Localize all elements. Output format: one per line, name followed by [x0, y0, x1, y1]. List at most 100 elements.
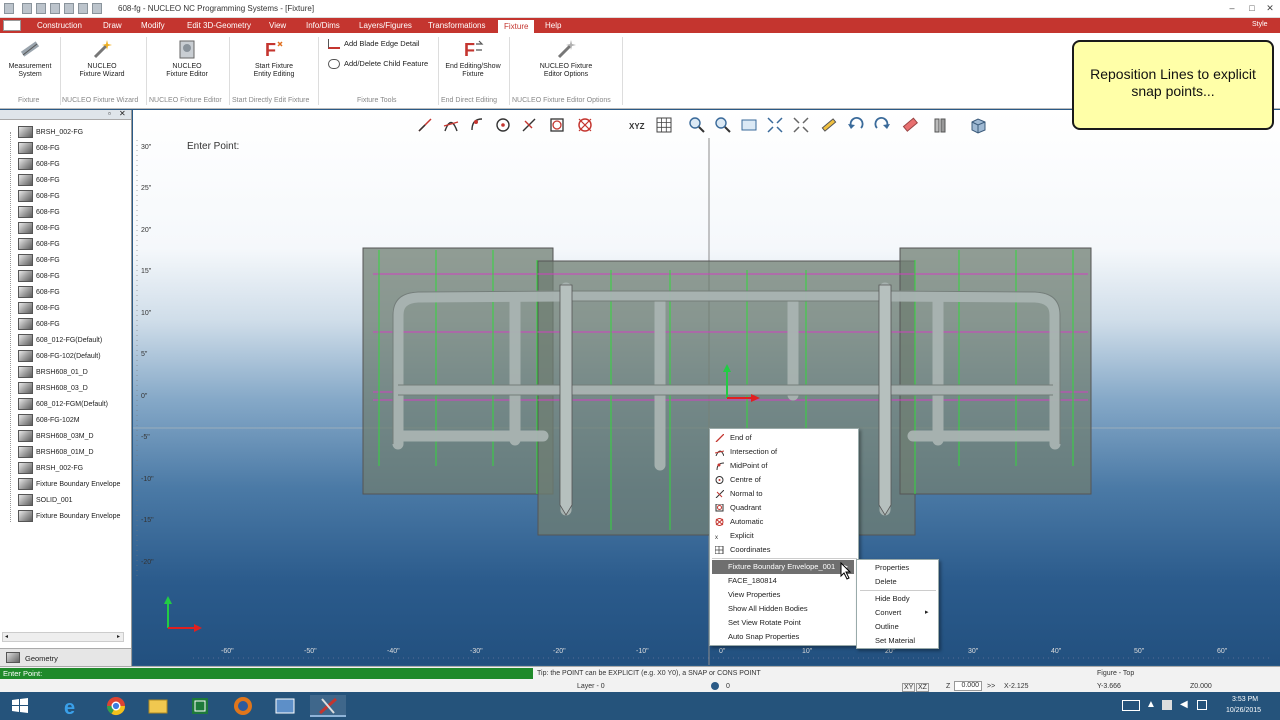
expand-coordinates-icon[interactable]: >> — [987, 683, 995, 690]
cad-viewport[interactable]: Enter Point: 30" 25" 20" 15" 10" 5" 0" -… — [133, 110, 1280, 665]
snap-normal-icon[interactable] — [520, 116, 538, 134]
snap-quadrant-icon[interactable] — [548, 116, 566, 134]
firefox-icon[interactable] — [225, 695, 261, 717]
tree-item[interactable]: BRSH608_01M_D — [18, 446, 94, 462]
tree-item[interactable]: 608-FG — [18, 286, 60, 302]
menu-item-view-properties[interactable]: View Properties — [710, 588, 858, 602]
menu-item-quadrant[interactable]: Quadrant — [710, 501, 858, 515]
snap-centre-icon[interactable] — [494, 116, 512, 134]
maximize-icon[interactable]: □ — [1246, 2, 1258, 14]
tree-item[interactable]: 608-FG — [18, 254, 60, 270]
menu-item-midpoint-of[interactable]: MidPoint of — [710, 459, 858, 473]
zoom-previous-icon[interactable] — [792, 116, 810, 134]
action-center-icon[interactable] — [1197, 700, 1207, 710]
menu-item-explicit[interactable]: x Explicit — [710, 529, 858, 543]
rotate-right-icon[interactable] — [873, 116, 891, 134]
layer-label[interactable]: Layer - 0 — [577, 683, 605, 690]
minimize-icon[interactable]: – — [1226, 2, 1238, 14]
style-label[interactable]: Style — [1252, 21, 1268, 28]
tab-help[interactable]: Help — [539, 19, 567, 33]
tree-item[interactable]: SOLID_001 — [18, 494, 73, 510]
add-delete-child-feature-button[interactable]: Add/Delete Child Feature — [328, 59, 428, 70]
tree-item[interactable]: BRSH608_01_D — [18, 366, 88, 382]
network-icon[interactable] — [1162, 700, 1172, 710]
snap-end-of-icon[interactable] — [416, 116, 434, 134]
chrome-icon[interactable] — [98, 695, 134, 717]
tree-item[interactable]: 608-FG — [18, 302, 60, 318]
tab-modify[interactable]: Modify — [135, 19, 171, 33]
file-explorer-icon[interactable] — [140, 695, 176, 717]
submenu-item-hide-body[interactable]: Hide Body — [857, 592, 938, 606]
nucleo-fixture-wizard-button[interactable]: NUCLEO Fixture Wizard — [70, 38, 134, 79]
tab-layers-figures[interactable]: Layers/Figures — [353, 19, 418, 33]
tree-item[interactable]: Fixture Boundary Envelope — [18, 478, 120, 494]
xy-plane-button[interactable]: XY — [902, 683, 916, 692]
spreadsheet-app-icon[interactable] — [182, 695, 218, 717]
undo-icon[interactable] — [78, 3, 88, 14]
file-menu-icon[interactable] — [3, 20, 21, 31]
menu-item-auto-snap-properties[interactable]: Auto Snap Properties — [710, 630, 858, 644]
xyz-coordinates-icon[interactable]: XYZ — [629, 116, 647, 134]
print-icon[interactable] — [64, 3, 74, 14]
zoom-all-icon[interactable] — [766, 116, 784, 134]
geometry-tab[interactable]: Geometry — [0, 648, 131, 666]
tab-info-dims[interactable]: Info/Dims — [300, 19, 346, 33]
zoom-extents-icon[interactable] — [740, 116, 758, 134]
start-fixture-entity-editing-button[interactable]: F Start Fixture Entity Editing — [240, 38, 308, 79]
start-button-icon[interactable] — [2, 695, 38, 717]
rotate-left-icon[interactable] — [847, 116, 865, 134]
tree-item[interactable]: BRSH_002-FG — [18, 462, 83, 478]
tab-view[interactable]: View — [263, 19, 292, 33]
add-blade-edge-detail-button[interactable]: Add Blade Edge Detail — [328, 39, 419, 50]
tree-item[interactable]: 608-FG-102M — [18, 414, 80, 430]
tab-edit-3d-geometry[interactable]: Edit 3D-Geometry — [181, 19, 257, 33]
tree-item[interactable]: 608-FG-102(Default) — [18, 350, 101, 366]
nucleo-fixture-editor-options-button[interactable]: NUCLEO Fixture Editor Options — [530, 38, 602, 79]
menu-item-automatic[interactable]: Automatic — [710, 515, 858, 529]
eraser-icon[interactable] — [901, 116, 919, 134]
end-editing-show-fixture-button[interactable]: F End Editing/Show Fixture — [440, 38, 506, 79]
pin-icon[interactable]: ▫ — [108, 109, 111, 118]
pan-ruler-icon[interactable] — [820, 116, 838, 134]
menu-item-face[interactable]: FACE_180814 — [710, 574, 858, 588]
tree-item[interactable]: 608-FG — [18, 318, 60, 334]
tree-item[interactable]: Fixture Boundary Envelope — [18, 510, 120, 526]
tree-item[interactable]: 608-FG — [18, 222, 60, 238]
clock-time[interactable]: 3:53 PM — [1232, 696, 1258, 703]
app-window-icon[interactable] — [267, 695, 303, 717]
submenu-item-delete[interactable]: Delete — [857, 575, 938, 589]
menu-item-end-of[interactable]: End of — [710, 431, 858, 445]
snap-intersection-icon[interactable] — [442, 116, 460, 134]
redo-icon[interactable] — [92, 3, 102, 14]
nucleo-app-icon[interactable] — [310, 695, 346, 717]
nucleo-fixture-editor-button[interactable]: NUCLEO Fixture Editor — [156, 38, 218, 79]
tab-fixture[interactable]: Fixture — [497, 19, 536, 33]
tab-draw[interactable]: Draw — [97, 19, 128, 33]
internet-explorer-icon[interactable]: e — [55, 695, 91, 719]
tree-item[interactable]: 608_012-FG(Default) — [18, 334, 102, 350]
scroll-right-icon[interactable]: ▸ — [117, 633, 120, 640]
volume-icon[interactable]: ◀ — [1180, 699, 1188, 710]
tree-item[interactable]: 608-FG — [18, 174, 60, 190]
3d-view-cube-icon[interactable] — [969, 116, 987, 134]
clock-date[interactable]: 10/26/2015 — [1226, 707, 1261, 714]
menu-item-set-view-rotate-point[interactable]: Set View Rotate Point — [710, 616, 858, 630]
menu-item-show-all-hidden-bodies[interactable]: Show All Hidden Bodies — [710, 602, 858, 616]
tab-transformations[interactable]: Transformations — [422, 19, 492, 33]
scroll-left-icon[interactable]: ◂ — [5, 633, 8, 640]
app-menu-icon[interactable] — [4, 3, 14, 14]
close-panel-icon[interactable]: ✕ — [119, 109, 126, 118]
xz-plane-button[interactable]: XZ — [916, 683, 929, 692]
menu-item-coordinates[interactable]: Coordinates — [710, 543, 858, 557]
submenu-item-set-material[interactable]: Set Material — [857, 634, 938, 648]
submenu-item-properties[interactable]: Properties — [857, 561, 938, 575]
menu-item-normal-to[interactable]: Normal to — [710, 487, 858, 501]
tray-expand-icon[interactable]: ▲ — [1146, 699, 1156, 710]
tree-item[interactable]: 608-FG — [18, 142, 60, 158]
menu-item-centre-of[interactable]: Centre of — [710, 473, 858, 487]
tree-item[interactable]: 608-FG — [18, 158, 60, 174]
zoom-window-icon[interactable] — [714, 116, 732, 134]
grid-icon[interactable] — [655, 116, 673, 134]
close-icon[interactable]: ✕ — [1264, 2, 1276, 14]
new-file-icon[interactable] — [22, 3, 32, 14]
